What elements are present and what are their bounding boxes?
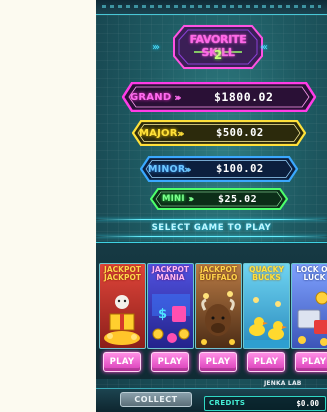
play-button-jackpot-buffalo[interactable]: PLAY: [199, 352, 237, 372]
chevron-right-icon: ›››: [174, 90, 181, 104]
play-button-jackpot-mania[interactable]: PLAY: [151, 352, 189, 372]
jackpot-mini: MINI ››› $25.02: [150, 188, 288, 210]
play-button-jackpot-jackpot[interactable]: PLAY: [103, 352, 141, 372]
game-card-title: JACKPOT BUFFALO: [196, 266, 241, 282]
jackpot-grand: GRAND ››› $1800.02: [122, 82, 316, 112]
game-title-line2: BUCKS: [252, 273, 281, 282]
play-button-quacky-bucks[interactable]: PLAY: [247, 352, 285, 372]
title-badge: FAVORITE SKILL 2: [172, 24, 264, 70]
buffalo-icon: [201, 291, 235, 345]
game-screen: FAVORITE SKILL 2 ››› ‹‹‹ GRAND ››› $1800…: [96, 0, 327, 412]
game-card-jackpot-jackpot[interactable]: JACKPOT JACKPOT: [99, 263, 146, 349]
chevron-right-icon: ›››: [177, 126, 184, 140]
game-card-title: JACKPOT MANIA: [148, 266, 193, 282]
jackpot-major-label: MAJOR: [139, 127, 178, 139]
jackpot-mini-value: $25.02: [218, 193, 258, 205]
divider-line: [96, 236, 327, 237]
game-card-jackpot-mania[interactable]: JACKPOT MANIA $: [147, 263, 194, 349]
jackpot-grand-value: $1800.02: [214, 90, 274, 104]
chevron-right-icon: ›››: [152, 42, 160, 53]
divider-line: [96, 219, 327, 220]
svg-text:$: $: [158, 307, 167, 322]
game-card-title: LOCK OF LUCK: [292, 266, 327, 282]
jackpot-major-value: $500.02: [216, 127, 264, 139]
credits-value: $0.00: [296, 399, 319, 408]
credits-display: CREDITS $0.00: [204, 396, 326, 411]
play-button-lock-of-luck[interactable]: PLAY: [295, 352, 327, 372]
jackpot-mini-label: MINI: [162, 194, 185, 204]
game-title-number: 2: [213, 48, 223, 62]
jackpot-major: MAJOR ››› $500.02: [132, 120, 306, 146]
game-card-jackpot-buffalo[interactable]: JACKPOT BUFFALO: [195, 263, 242, 349]
coin-icon: [297, 291, 327, 346]
select-game-label: SELECT GAME TO PLAY: [151, 223, 272, 233]
game-title-line2: MANIA: [156, 273, 185, 282]
duck-icon: [244, 297, 289, 348]
game-title-line2: BUFFALO: [199, 273, 238, 282]
gift-icon: [104, 295, 140, 345]
game-card-title: JACKPOT JACKPOT: [100, 266, 145, 282]
game-title-line2: LUCK: [303, 273, 326, 282]
credits-label: CREDITS: [209, 399, 246, 407]
brand-logo: JENKA LAB: [264, 380, 302, 387]
chevron-right-icon: ›››: [188, 193, 195, 205]
game-card-lock-of-luck[interactable]: LOCK OF LUCK: [291, 263, 327, 349]
chevron-left-icon: ‹‹‹: [260, 42, 268, 53]
jackpot-minor: MINOR ››› $100.02: [140, 156, 298, 182]
collect-button[interactable]: COLLECT: [120, 392, 192, 407]
jackpot-minor-label: MINOR: [148, 163, 186, 175]
coin-icon: $: [152, 294, 190, 343]
chevron-right-icon: ›››: [184, 162, 191, 176]
jackpot-minor-value: $100.02: [216, 163, 264, 175]
jackpot-grand-label: GRAND: [130, 91, 172, 103]
game-title-line2: JACKPOT: [104, 273, 141, 282]
top-frame: [96, 0, 327, 15]
blank-margin: [0, 0, 96, 412]
game-card-quacky-bucks[interactable]: QUACKY BUCKS: [243, 263, 290, 349]
game-card-title: QUACKY BUCKS: [244, 266, 289, 282]
